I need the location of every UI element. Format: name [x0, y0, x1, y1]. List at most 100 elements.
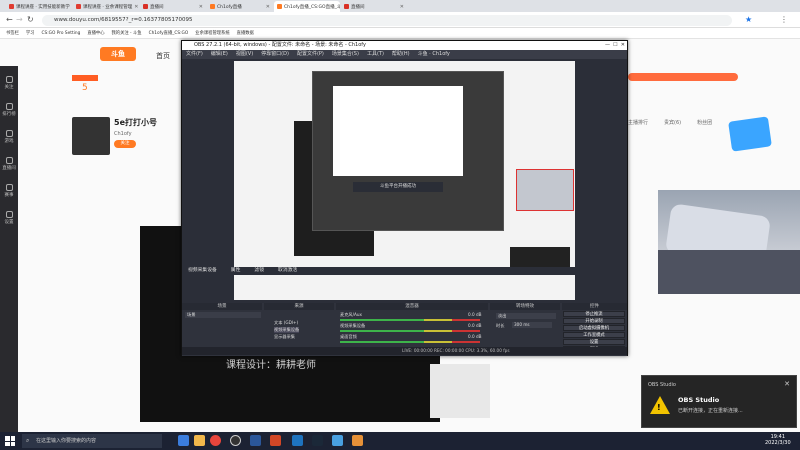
transition-select[interactable]: 淡出	[496, 313, 556, 319]
obs-menu-item[interactable]: 视图(V)	[236, 50, 253, 59]
source-text[interactable]: 文本 (GDI+)	[274, 320, 298, 326]
obs-menu-item[interactable]: 停靠窗口(D)	[261, 50, 289, 59]
obs-notification-toast[interactable]: OBS Studio ✕ ! OBS Studio 已断开连接，正在重新连接..…	[641, 375, 797, 428]
obs-menu-item[interactable]: 工具(T)	[367, 50, 384, 59]
side-nav-item[interactable]: 排行榜	[2, 103, 16, 117]
event-banner[interactable]	[728, 116, 772, 152]
level-title-badge	[72, 75, 98, 81]
streamer-name: 5e打打小号	[114, 118, 157, 127]
tab-vip[interactable]: 贵宾(6)	[664, 119, 681, 126]
bookmark-item[interactable]: Ch1ofy直播_CS:GO	[149, 30, 189, 36]
bookmark-item[interactable]: 书签栏	[6, 30, 19, 36]
nav-home-link[interactable]: 首页	[156, 51, 170, 61]
tab-close-icon[interactable]: ✕	[266, 4, 270, 10]
duration-label: 时长	[496, 323, 505, 328]
browser-tab[interactable]: 直播间 ✕	[341, 1, 407, 12]
side-nav-item[interactable]: 游戏	[2, 130, 16, 144]
toast-close-icon[interactable]: ✕	[784, 380, 790, 388]
tab-fans[interactable]: 粉丝团	[697, 119, 712, 126]
follow-button[interactable]: 关注	[114, 140, 136, 148]
start-recording-button[interactable]: 开始录制	[563, 318, 625, 324]
menu-icon[interactable]: ⋮	[780, 15, 788, 24]
bookmark-item[interactable]: 直播中心	[87, 30, 104, 36]
stop-streaming-button[interactable]: 停止推流	[563, 311, 625, 317]
close-icon[interactable]: ✕	[621, 42, 625, 48]
mixer-panel-header: 混音器	[336, 303, 488, 310]
url-input[interactable]: www.douyu.com/6819557?_r=0.1637780517009…	[42, 14, 732, 26]
clock[interactable]: 19:41 2022/3/30	[765, 434, 791, 446]
mixer-mic-level: 0.0 dB	[468, 312, 482, 317]
obs-preview[interactable]: 斗鱼平台开播成功	[234, 61, 575, 300]
bookmark-item[interactable]: CS:GO Pro Setting	[41, 31, 80, 36]
browser-tab[interactable]: Ch1ofy直播 ✕	[207, 1, 273, 12]
obs-menu-item[interactable]: 斗鱼 · Ch1ofy	[418, 50, 450, 59]
side-nav-item[interactable]: 关注	[2, 76, 16, 90]
clock-date: 2022/3/30	[765, 440, 791, 446]
task-view-icon[interactable]	[178, 435, 189, 446]
obs-title-text: OBS 27.2.1 (64-bit, windows) - 配置文件: 未命名…	[194, 42, 366, 48]
scene-item[interactable]: 场景	[185, 312, 261, 318]
app-icon-1[interactable]	[292, 435, 303, 446]
side-nav-label: 直播间	[2, 166, 16, 171]
source-display-capture[interactable]: 显示器采集	[274, 334, 295, 340]
bookmark-item[interactable]: 我的关注 - 斗鱼	[112, 30, 142, 36]
chrome-icon[interactable]	[210, 435, 221, 446]
forward-icon[interactable]: →	[16, 15, 23, 24]
browser-tab[interactable]: 课程讲座 · 业余课程管理 ✕	[73, 1, 139, 12]
desk-shape	[658, 250, 800, 294]
deactivate-button[interactable]: 取消激活	[278, 267, 297, 275]
app-icon-3[interactable]	[352, 435, 363, 446]
preview-webcam-source[interactable]	[516, 169, 574, 211]
steam-icon[interactable]	[312, 435, 323, 446]
obs-menu-item[interactable]: 文件(F)	[186, 50, 203, 59]
tab-label: 直播间	[150, 4, 164, 10]
bookmark-star-icon[interactable]: ★	[745, 15, 752, 24]
toast-app-name: OBS Studio	[648, 382, 676, 388]
bookmark-item[interactable]: 业余课程管理系统	[195, 30, 229, 36]
tab-rank[interactable]: 主播排行	[628, 119, 648, 126]
browser-tab[interactable]: Ch1ofy直播_CS:GO直播_斗鱼直播✕	[274, 1, 340, 12]
obs-menu-item[interactable]: 场景集合(S)	[332, 50, 359, 59]
browser-tab[interactable]: 直播间 ✕	[140, 1, 206, 12]
taskbar-search-input[interactable]: 在这里输入你要搜索的内容	[22, 434, 162, 448]
filters-button[interactable]: 滤镜	[254, 267, 264, 275]
open-pc-client-button[interactable]	[628, 73, 738, 81]
start-icon[interactable]	[5, 436, 15, 446]
obs-window[interactable]: OBS 27.2.1 (64-bit, windows) - 配置文件: 未命名…	[181, 40, 628, 356]
virtual-camera-button[interactable]: 启动虚拟摄像机	[563, 325, 625, 331]
studio-mode-button[interactable]: 工作室模式	[563, 332, 625, 338]
obs-menu-item[interactable]: 编辑(E)	[211, 50, 228, 59]
obs-menu-item[interactable]: 帮助(H)	[392, 50, 410, 59]
app-icon-2[interactable]	[332, 435, 343, 446]
bookmark-item[interactable]: 学习	[26, 30, 35, 36]
tab-close-icon[interactable]: ✕	[134, 4, 138, 10]
mixer-video-meter	[340, 330, 480, 332]
word-icon[interactable]	[250, 435, 261, 446]
tab-close-icon[interactable]: ✕	[199, 4, 203, 10]
side-nav-icon	[5, 76, 13, 83]
obs-menu-item[interactable]: 配置文件(P)	[297, 50, 324, 59]
side-nav-item[interactable]: 设置	[2, 211, 16, 225]
tab-close-icon[interactable]: ✕	[400, 4, 404, 10]
back-icon[interactable]: ←	[6, 15, 13, 24]
streamer-avatar[interactable]	[72, 117, 110, 155]
browser-tab[interactable]: 课程讲座 · 实用技能新教学✕	[6, 1, 72, 12]
tab-favicon-icon	[344, 4, 349, 9]
reload-icon[interactable]: ↻	[27, 15, 34, 24]
file-explorer-icon[interactable]	[194, 435, 205, 446]
maximize-icon[interactable]: ☐	[613, 42, 617, 48]
source-video-capture[interactable]: 视频采集设备	[274, 327, 300, 333]
powerpoint-icon[interactable]	[270, 435, 281, 446]
minimize-icon[interactable]: —	[605, 42, 610, 48]
side-nav-item[interactable]: 直播间	[2, 157, 16, 171]
obs-taskbar-icon[interactable]	[230, 435, 241, 446]
side-nav-label: 排行榜	[2, 112, 16, 117]
duration-input[interactable]: 300 ms	[512, 322, 552, 328]
properties-button[interactable]: 属性	[231, 267, 241, 275]
recommend-thumbs[interactable]	[430, 364, 490, 418]
bookmark-item[interactable]: 直播数据	[237, 30, 254, 36]
settings-button[interactable]: 设置	[563, 339, 625, 345]
side-nav-item[interactable]: 赛事	[2, 184, 16, 198]
douyu-logo[interactable]: 斗鱼	[100, 47, 136, 61]
nested-obs-window: 斗鱼平台开播成功	[312, 71, 504, 231]
